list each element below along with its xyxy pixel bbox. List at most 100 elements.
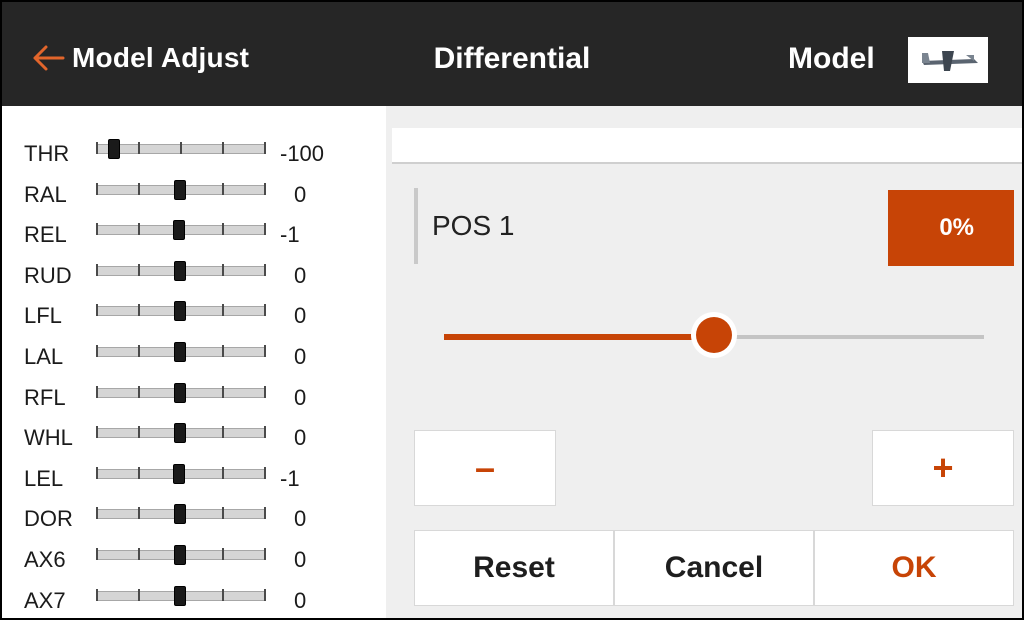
channel-value: 0: [294, 384, 307, 410]
channel-row: DOR 0: [2, 497, 386, 537]
channel-bar-tick: [138, 548, 140, 560]
back-label: Model Adjust: [72, 42, 250, 73]
channel-bar-tick: [138, 223, 140, 236]
channel-value: 0: [294, 181, 307, 207]
channel-bar-tick: [96, 426, 98, 439]
minus-icon: –: [474, 447, 496, 488]
channel-bar-tick: [138, 507, 140, 520]
channel-row: RFL 0: [2, 376, 386, 416]
channel-bar-tick: [222, 223, 224, 236]
channel-value: 0: [294, 344, 307, 369]
channel-bar-tick: [222, 304, 224, 317]
channel-bar-tick: [222, 507, 224, 520]
channel-name: WHL: [24, 425, 73, 451]
channel-bar-tick: [264, 466, 266, 479]
back-button[interactable]: Model Adjust: [30, 36, 249, 80]
channel-row: WHL 0: [2, 416, 386, 456]
channel-bar: [96, 139, 266, 159]
channel-position-marker: [174, 545, 186, 565]
channel-bar-tick: [138, 588, 140, 601]
channel-name: RUD: [24, 262, 72, 288]
ok-button[interactable]: OK: [814, 530, 1014, 606]
channel-position-marker: [174, 342, 186, 362]
channel-bar: [96, 423, 266, 444]
value-button[interactable]: 0%: [888, 190, 1014, 266]
channel-bar-tick: [264, 223, 266, 236]
channel-value: -1: [280, 222, 300, 248]
channel-name: LFL: [24, 303, 62, 329]
channel-bar-tick: [264, 142, 266, 154]
channel-row: LFL 0: [2, 294, 386, 334]
channel-bar-tick: [96, 588, 98, 601]
channel-name: RAL: [24, 181, 67, 207]
channel-bar-tick: [96, 304, 98, 317]
channel-name: RFL: [24, 384, 66, 410]
channel-row: RUD 0: [2, 254, 386, 294]
arrow-left-icon: [33, 45, 65, 71]
channel-row: REL -1: [2, 213, 386, 253]
channel-bar-tick: [180, 142, 182, 154]
channel-bar-tick: [222, 345, 224, 357]
channel-position-marker: [174, 504, 186, 525]
channel-position-marker: [174, 585, 186, 606]
channel-value: -1: [280, 465, 300, 491]
slider-fill: [444, 334, 714, 340]
top-panel: [392, 128, 1022, 164]
channel-value: 0: [294, 425, 307, 451]
channel-bar-tick: [138, 385, 140, 398]
channel-name: DOR: [24, 506, 73, 532]
channel-bar-tick: [222, 548, 224, 560]
title-bar: Model Adjust Differential Model: [2, 2, 1022, 106]
channel-value: 0: [294, 547, 307, 572]
channel-name: LEL: [24, 465, 64, 491]
channel-bar-tick: [138, 426, 140, 439]
value-slider[interactable]: [444, 312, 984, 358]
channel-row: RAL 0: [2, 173, 386, 213]
channel-bar: [96, 585, 266, 606]
decrement-button[interactable]: –: [414, 430, 556, 506]
channel-bar-tick: [96, 142, 98, 154]
reset-button[interactable]: Reset: [414, 530, 614, 606]
channel-bar: [96, 220, 266, 241]
channel-position-marker: [174, 179, 186, 200]
slider-knob[interactable]: [691, 312, 737, 358]
airplane-thumbnail-icon[interactable]: [908, 37, 988, 83]
channel-bar-tick: [222, 142, 224, 154]
channel-row: AX6 0: [2, 538, 386, 578]
increment-button[interactable]: +: [872, 430, 1014, 506]
channel-bar-tick: [264, 588, 266, 601]
channel-bar-tick: [138, 142, 140, 154]
channel-bar: [96, 463, 266, 484]
channel-bar-tick: [96, 385, 98, 398]
channel-bar-tick: [96, 263, 98, 276]
channel-value: 0: [294, 262, 307, 288]
channel-bar-tick: [222, 466, 224, 479]
channel-name: THR: [24, 141, 70, 166]
channel-bar-tick: [222, 588, 224, 601]
channel-position-marker: [108, 139, 120, 159]
channel-bar-tick: [138, 263, 140, 276]
model-label: Model: [788, 42, 875, 75]
channel-position-marker: [173, 463, 186, 484]
channel-bar-tick: [222, 385, 224, 398]
position-label: POS 1: [414, 188, 514, 264]
channel-position-marker: [174, 260, 186, 281]
channel-bar-tick: [264, 345, 266, 357]
channel-bar-tick: [264, 304, 266, 317]
channel-bar: [96, 342, 266, 362]
channel-bar-tick: [138, 345, 140, 357]
channel-row: THR -100: [2, 132, 386, 172]
channel-name: AX6: [24, 547, 66, 572]
channel-bar-tick: [264, 385, 266, 398]
channel-bar-tick: [264, 426, 266, 439]
channel-bar-tick: [264, 548, 266, 560]
channel-value: 0: [294, 506, 307, 532]
channel-row: AX7 0: [2, 579, 386, 618]
channel-value: 0: [294, 587, 307, 613]
channel-value: 0: [294, 303, 307, 329]
channel-bar-tick: [96, 223, 98, 236]
channel-position-marker: [174, 382, 186, 403]
cancel-button[interactable]: Cancel: [614, 530, 814, 606]
channel-bar: [96, 260, 266, 281]
channel-bar-tick: [96, 548, 98, 560]
